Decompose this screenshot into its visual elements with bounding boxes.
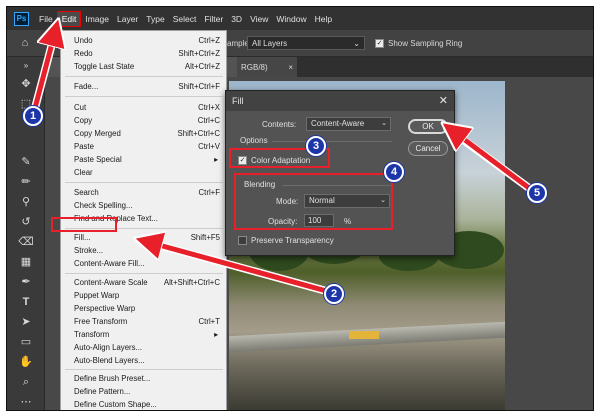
callout-badge-2: 2 [324,284,344,304]
callout-badge-3: 3 [306,136,326,156]
arrow-5 [453,131,532,191]
callout-badge-1: 1 [23,106,43,126]
callout-badge-5: 5 [527,183,547,203]
arrow-2 [148,242,333,295]
callout-badge-4: 4 [384,162,404,182]
arrow-1 [32,32,55,111]
annotation-arrows [31,0,533,296]
